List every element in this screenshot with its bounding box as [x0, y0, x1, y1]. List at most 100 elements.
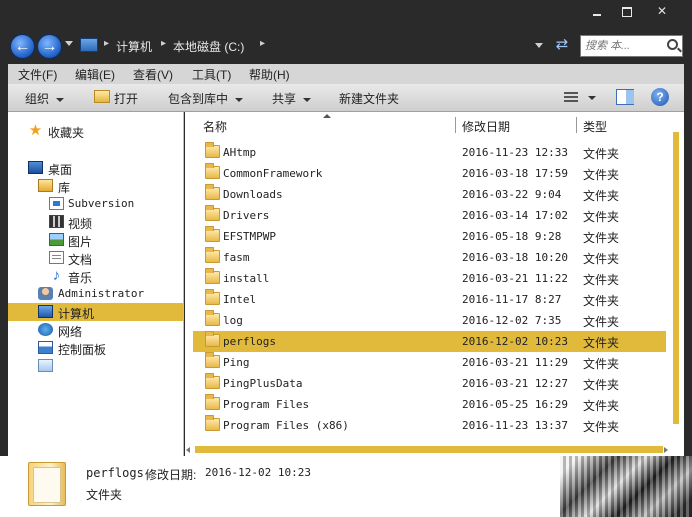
video-icon — [49, 215, 64, 228]
search-icon[interactable] — [667, 39, 678, 50]
forward-button[interactable]: → — [37, 34, 62, 59]
file-type: 文件夹 — [583, 252, 620, 266]
nav-network-label: 网络 — [58, 325, 83, 339]
column-divider[interactable] — [455, 117, 456, 133]
table-row[interactable]: EFSTMPWP 2016-05-18 9:28 文件夹 — [193, 226, 666, 247]
recent-pages-dropdown-icon[interactable] — [65, 41, 73, 46]
open-button[interactable]: 打开 — [114, 90, 138, 107]
menu-view[interactable]: 查看(V) — [133, 66, 173, 83]
share-button[interactable]: 共享 — [272, 90, 312, 107]
command-toolbar: 组织 打开 包含到库中 共享 新建文件夹 ? — [8, 84, 684, 112]
file-modified-date: 2016-12-02 7:35 — [462, 314, 562, 327]
breadcrumb-separator-icon[interactable]: ▸ — [104, 38, 109, 49]
nav-pictures[interactable]: 图片 — [8, 231, 183, 249]
maximize-button[interactable] — [610, 2, 644, 20]
address-history-dropdown-icon[interactable] — [535, 43, 543, 48]
nav-network[interactable]: 网络 — [8, 321, 183, 339]
breadcrumb-separator-icon[interactable]: ▸ — [161, 38, 166, 49]
back-button[interactable]: ← — [10, 34, 35, 59]
file-type: 文件夹 — [583, 210, 620, 224]
horizontal-scroll-thumb[interactable] — [195, 446, 663, 453]
music-icon: ♪ — [52, 267, 61, 284]
column-header-type[interactable]: 类型 — [583, 118, 607, 135]
nav-desktop-label: 桌面 — [48, 163, 73, 177]
horizontal-scrollbar[interactable] — [185, 444, 670, 456]
file-name: Intel — [223, 293, 257, 306]
nav-subversion[interactable]: Subversion — [8, 195, 183, 213]
organize-button[interactable]: 组织 — [25, 90, 65, 107]
column-divider[interactable] — [576, 117, 577, 133]
table-row[interactable]: Drivers 2016-03-14 17:02 文件夹 — [193, 205, 666, 226]
nav-desktop[interactable]: 桌面 — [8, 159, 183, 177]
view-options-icon[interactable] — [564, 92, 578, 104]
details-item-name: perflogs — [86, 466, 144, 480]
breadcrumb-computer[interactable]: 计算机 — [116, 38, 152, 55]
chevron-down-icon — [303, 97, 312, 102]
table-row[interactable]: log 2016-12-02 7:35 文件夹 — [193, 310, 666, 331]
table-row[interactable]: Downloads 2016-03-22 9:04 文件夹 — [193, 184, 666, 205]
column-header-date[interactable]: 修改日期 — [462, 118, 510, 135]
nav-video[interactable]: 视频 — [8, 213, 183, 231]
file-modified-date: 2016-03-21 12:27 — [462, 377, 568, 390]
table-row[interactable]: install 2016-03-21 11:22 文件夹 — [193, 268, 666, 289]
file-modified-date: 2016-03-14 17:02 — [462, 209, 568, 222]
menu-tools[interactable]: 工具(T) — [192, 66, 231, 83]
vertical-scroll-thumb[interactable] — [673, 132, 679, 424]
column-header-row: 名称 修改日期 类型 — [185, 112, 684, 138]
folder-icon — [205, 352, 220, 368]
menu-file[interactable]: 文件(F) — [18, 66, 57, 83]
table-row[interactable]: Program Files 2016-05-25 16:29 文件夹 — [193, 394, 666, 415]
folder-icon — [205, 226, 220, 242]
nav-library[interactable]: 库 — [8, 177, 183, 195]
file-type: 文件夹 — [583, 378, 620, 392]
vertical-scrollbar[interactable] — [670, 112, 684, 444]
file-modified-date: 2016-05-25 16:29 — [462, 398, 568, 411]
table-row[interactable]: Ping 2016-03-21 11:29 文件夹 — [193, 352, 666, 373]
table-row[interactable]: AHtmp 2016-11-23 12:33 文件夹 — [193, 142, 666, 163]
details-date-label: 修改日期: — [145, 468, 197, 482]
nav-computer[interactable]: 计算机 — [8, 303, 183, 321]
table-row[interactable]: Program Files (x86) 2016-11-23 13:37 文件夹 — [193, 415, 666, 436]
table-row[interactable]: PingPlusData 2016-03-21 12:27 文件夹 — [193, 373, 666, 394]
open-folder-icon — [94, 90, 110, 103]
breadcrumb-local-disk[interactable]: 本地磁盘 (C:) — [173, 38, 244, 55]
file-modified-date: 2016-03-18 17:59 — [462, 167, 568, 180]
menu-help[interactable]: 帮助(H) — [249, 66, 290, 83]
search-input[interactable] — [585, 38, 665, 54]
refresh-icon[interactable]: ⇄ — [553, 36, 571, 54]
folder-icon — [205, 184, 220, 200]
nav-documents[interactable]: 文档 — [8, 249, 183, 267]
table-row[interactable]: Intel 2016-11-17 8:27 文件夹 — [193, 289, 666, 310]
chevron-down-icon[interactable] — [588, 96, 596, 100]
close-button[interactable]: ✕ — [645, 2, 679, 20]
table-row[interactable]: fasm 2016-03-18 10:20 文件夹 — [193, 247, 666, 268]
nav-recycle-bin[interactable] — [8, 357, 183, 375]
window-frame-right — [684, 64, 692, 456]
file-name: Program Files — [223, 398, 310, 411]
table-row[interactable]: perflogs 2016-12-02 10:23 文件夹 — [193, 331, 666, 352]
new-folder-button[interactable]: 新建文件夹 — [339, 90, 399, 107]
menu-edit[interactable]: 编辑(E) — [75, 66, 115, 83]
folder-icon — [205, 268, 220, 284]
library-icon — [38, 179, 53, 192]
include-in-library-button[interactable]: 包含到库中 — [168, 90, 244, 107]
search-box[interactable] — [580, 35, 683, 57]
column-header-name[interactable]: 名称 — [203, 118, 227, 135]
organize-label: 组织 — [25, 92, 50, 106]
minimize-button[interactable] — [580, 2, 614, 20]
nav-administrator[interactable]: Administrator — [8, 285, 183, 303]
nav-music-label: 音乐 — [68, 271, 93, 285]
breadcrumb-separator-icon[interactable]: ▸ — [260, 38, 265, 49]
file-type: 文件夹 — [583, 336, 620, 350]
nav-pictures-label: 图片 — [68, 235, 93, 249]
help-icon[interactable]: ? — [651, 88, 669, 106]
scroll-left-icon[interactable] — [186, 447, 190, 453]
nav-favorites[interactable]: ★ 收藏夹 — [8, 122, 183, 140]
preview-pane-icon[interactable] — [616, 89, 634, 105]
table-row[interactable]: CommonFramework 2016-03-18 17:59 文件夹 — [193, 163, 666, 184]
nav-music[interactable]: ♪ 音乐 — [8, 267, 183, 285]
subversion-icon — [49, 197, 64, 210]
nav-control-panel[interactable]: 控制面板 — [8, 339, 183, 357]
scroll-right-icon[interactable] — [664, 447, 668, 453]
file-type: 文件夹 — [583, 357, 620, 371]
